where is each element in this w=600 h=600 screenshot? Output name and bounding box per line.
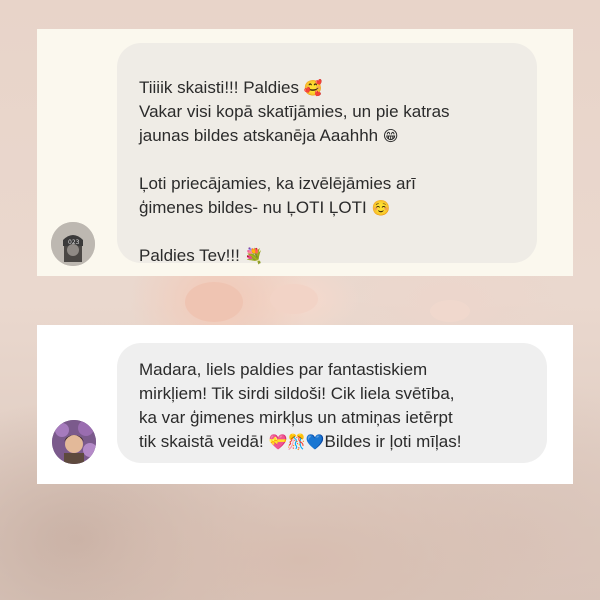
bouquet-icon: 💐 [244, 247, 264, 265]
comment-line: ģimenes bildes- nu ĻOTI ĻOTI ☺️ [139, 198, 391, 217]
comment-line: Ļoti priecājamies, ka izvēlējāmies arī [139, 174, 416, 193]
comment-line: mirkļiem! Tik sirdi sildoši! Cik liela s… [139, 384, 455, 403]
comment-text: Tiiiik skaisti!!! Paldies 🥰 Vakar visi k… [139, 76, 529, 268]
comment-card-2: Madara, liels paldies par fantastiskiem … [37, 325, 573, 484]
comment-line: Tiiiik skaisti!!! Paldies 🥰 [139, 78, 323, 97]
comment-line: jaunas bildes atskanēja Aaahhh 😁 [139, 126, 399, 145]
baby-toe [270, 284, 318, 314]
comment-line: Vakar visi kopā skatījāmies, un pie katr… [139, 102, 450, 121]
commenter-avatar[interactable]: 023 [51, 222, 95, 266]
comment-bubble: Tiiiik skaisti!!! Paldies 🥰 Vakar visi k… [117, 43, 537, 265]
heart-gift-confetti-blue-heart-icon: 💝🎊💙 [268, 433, 325, 451]
comment-line: Paldies Tev!!! 💐 [139, 246, 264, 265]
baby-toe [185, 282, 243, 322]
comment-line-gap [139, 148, 529, 172]
comment-line: tik skaistā veidā! 💝🎊💙Bildes ir ļoti mīļ… [139, 432, 462, 451]
comment-bubble: Madara, liels paldies par fantastiskiem … [117, 343, 547, 463]
commenter-avatar[interactable] [52, 420, 96, 464]
baby-toe [430, 300, 470, 322]
comment-card-1: 023 Tiiiik skaisti!!! Paldies 🥰 Vakar vi… [37, 29, 573, 276]
comment-line: ka var ģimenes mirkļus un atmiņas ietērp… [139, 408, 453, 427]
comment-line: Madara, liels paldies par fantastiskiem [139, 360, 428, 379]
comment-text: Madara, liels paldies par fantastiskiem … [139, 358, 549, 454]
smiling-face-icon: ☺️ [371, 199, 391, 217]
grinning-face-icon: 😁 [382, 127, 399, 145]
smiling-face-with-hearts-icon: 🥰 [303, 79, 323, 97]
comment-line-gap [139, 220, 529, 244]
